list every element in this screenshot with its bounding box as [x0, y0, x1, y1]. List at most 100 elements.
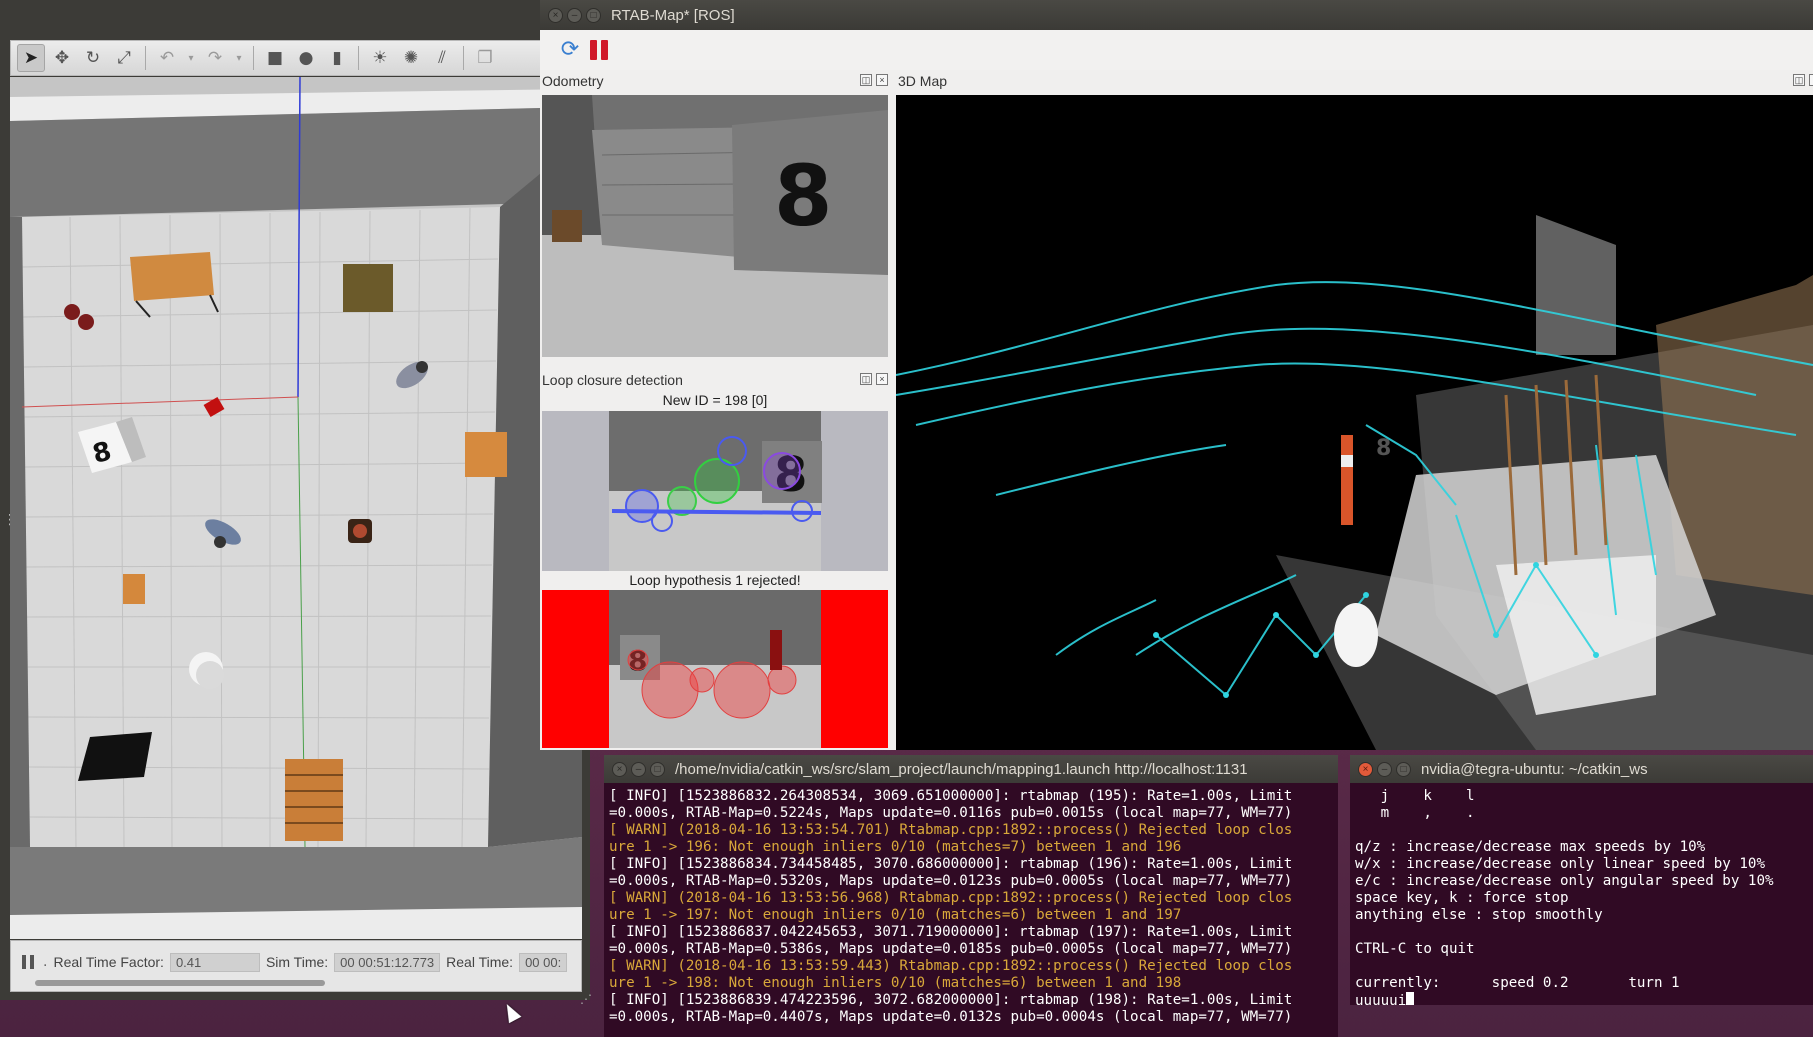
new-image-view: 8: [542, 411, 888, 571]
close-icon[interactable]: ×: [612, 761, 627, 777]
close-icon[interactable]: ×: [876, 74, 888, 86]
redo-dropdown-icon[interactable]: ▾: [232, 44, 246, 72]
terminal-titlebar[interactable]: × – □ /home/nvidia/catkin_ws/src/slam_pr…: [604, 755, 1338, 783]
cylinder-icon[interactable]: ▮: [323, 44, 351, 72]
terminal-title: /home/nvidia/catkin_ws/src/slam_project/…: [675, 760, 1248, 778]
undo-icon[interactable]: ↶: [153, 44, 181, 72]
map3d-title: 3D Map: [898, 73, 948, 89]
log-line: ure 1 -> 197: Not enough inliers 0/10 (m…: [609, 907, 1182, 923]
teleop-line: e/c : increase/decrease only angular spe…: [1355, 873, 1774, 889]
minimize-icon[interactable]: –: [1377, 761, 1392, 777]
teleop-line: space key, k : force stop: [1355, 890, 1569, 906]
log-line: =0.000s, RTAB-Map=0.5320s, Maps update=0…: [609, 873, 1293, 889]
toolbar-separator: [463, 46, 464, 70]
teleop-input[interactable]: uuuuui: [1355, 993, 1406, 1005]
translate-icon[interactable]: ✥: [48, 44, 76, 72]
step-dot[interactable]: .: [43, 953, 47, 971]
sim-time-value: 00 00:51:12.773: [334, 952, 441, 972]
close-icon[interactable]: ×: [1809, 74, 1813, 86]
teleop-line: anything else : stop smoothly: [1355, 907, 1603, 923]
log-line: [ WARN] (2018-04-16 13:53:56.968) Rtabma…: [609, 890, 1293, 906]
close-icon[interactable]: ×: [1358, 761, 1373, 777]
terminal-titlebar[interactable]: × – □ nvidia@tegra-ubuntu: ~/catkin_ws: [1350, 755, 1813, 783]
log-line: [ INFO] [1523886832.264308534, 3069.6510…: [609, 788, 1293, 804]
map3d-view[interactable]: 8: [896, 95, 1813, 750]
float-icon[interactable]: ◫: [860, 373, 872, 385]
horizontal-scrollbar[interactable]: [35, 980, 325, 986]
gazebo-toolbar: ➤ ✥ ↻ ⤢ ↶ ▾ ↷ ▾ ■ ● ▮ ☀ ✺ ⫽ ❐: [10, 40, 582, 76]
teleop-line: [1355, 924, 1809, 941]
window-title: RTAB-Map* [ROS]: [611, 6, 735, 24]
toolbar-separator: [253, 46, 254, 70]
pause-icon[interactable]: [19, 952, 37, 972]
odometry-sign-digit: 8: [774, 147, 832, 245]
maximize-icon[interactable]: □: [586, 7, 601, 23]
odometry-title: Odometry: [542, 73, 604, 89]
toolbar-separator: [358, 46, 359, 70]
rtabmap-window: × – □ RTAB-Map* [ROS] ⟳ Odometry ◫ × 8 Lo…: [540, 0, 1813, 750]
gazebo-scene-render: 8: [10, 77, 582, 939]
log-line: [ INFO] [1523886837.042245653, 3071.7190…: [609, 924, 1293, 940]
close-icon[interactable]: ×: [548, 7, 563, 23]
rtf-value: 0.41: [169, 952, 260, 972]
rtabmap-titlebar[interactable]: × – □ RTAB-Map* [ROS]: [540, 0, 1813, 30]
scale-icon[interactable]: ⤢: [110, 44, 138, 72]
sim-time-label: Sim Time:: [265, 954, 329, 970]
teleop-line: j k l: [1355, 788, 1475, 804]
pause-icon[interactable]: [590, 40, 608, 60]
loop-closure-dock-header: Loop closure detection ◫ ×: [542, 369, 892, 391]
teleop-line: [1355, 958, 1809, 975]
log-line: [ INFO] [1523886839.474223596, 3072.6820…: [609, 992, 1293, 1008]
roslaunch-terminal[interactable]: × – □ /home/nvidia/catkin_ws/src/slam_pr…: [604, 755, 1338, 1037]
teleop-line: currently: speed 0.2 turn 1: [1355, 975, 1689, 991]
redo-icon[interactable]: ↷: [201, 44, 229, 72]
odometry-view: 8: [542, 95, 888, 357]
point-light-icon[interactable]: ✺: [397, 44, 425, 72]
real-time-value: 00 00:: [519, 952, 568, 972]
log-line: ure 1 -> 196: Not enough inliers 0/10 (m…: [609, 839, 1182, 855]
minimize-icon[interactable]: –: [631, 761, 646, 777]
float-icon[interactable]: ◫: [860, 74, 872, 86]
log-line: [ WARN] (2018-04-16 13:53:59.443) Rtabma…: [609, 958, 1293, 974]
rotate-icon[interactable]: ↻: [79, 44, 107, 72]
box-icon[interactable]: ■: [261, 44, 289, 72]
loop-closure-title: Loop closure detection: [542, 372, 683, 388]
resize-grip-icon[interactable]: ⋰: [580, 992, 592, 1006]
teleop-line: q/z : increase/decrease max speeds by 10…: [1355, 839, 1706, 855]
log-line: ure 1 -> 198: Not enough inliers 0/10 (m…: [609, 975, 1182, 991]
terminal-title: nvidia@tegra-ubuntu: ~/catkin_ws: [1421, 760, 1648, 778]
odometry-dock-header: Odometry ◫ ×: [542, 70, 892, 92]
log-line: [ INFO] [1523886834.734458485, 3070.6860…: [609, 856, 1293, 872]
select-icon[interactable]: ➤: [17, 44, 45, 72]
maximize-icon[interactable]: □: [650, 761, 665, 777]
gazebo-3d-view[interactable]: 8: [10, 77, 582, 939]
toolbar-separator: [145, 46, 146, 70]
real-time-label: Real Time:: [446, 954, 514, 970]
close-icon[interactable]: ×: [876, 373, 888, 385]
new-id-caption: New ID = 198 [0]: [662, 392, 768, 408]
log-line: =0.000s, RTAB-Map=0.4407s, Maps update=0…: [609, 1009, 1293, 1025]
maximize-icon[interactable]: □: [1396, 761, 1411, 777]
log-line: =0.000s, RTAB-Map=0.5386s, Maps update=0…: [609, 941, 1293, 957]
undo-dropdown-icon[interactable]: ▾: [184, 44, 198, 72]
teleop-line: w/x : increase/decrease only linear spee…: [1355, 856, 1765, 872]
teleop-line: CTRL-C to quit: [1355, 941, 1475, 957]
gazebo-window: ⋮ ➤ ✥ ↻ ⤢ ↶ ▾ ↷ ▾ ■ ● ▮ ☀ ✺ ⫽ ❐: [0, 0, 592, 1006]
rtf-label: Real Time Factor:: [53, 954, 164, 970]
directional-light-icon[interactable]: ⫽: [428, 44, 456, 72]
loop-status-caption: Loop hypothesis 1 rejected!: [629, 572, 801, 588]
sun-icon[interactable]: ☀: [366, 44, 394, 72]
terminal-output: j k l m , . q/z : increase/decrease max …: [1355, 788, 1809, 1005]
float-icon[interactable]: ◫: [1793, 74, 1805, 86]
sphere-icon[interactable]: ●: [292, 44, 320, 72]
minimize-icon[interactable]: –: [567, 7, 582, 23]
text-cursor: [1406, 992, 1415, 1005]
log-line: =0.000s, RTAB-Map=0.5224s, Maps update=0…: [609, 805, 1293, 821]
terminal-output: [ INFO] [1523886832.264308534, 3069.6510…: [609, 788, 1334, 1037]
teleop-line: m , .: [1355, 805, 1475, 821]
refresh-icon[interactable]: ⟳: [558, 38, 582, 62]
rtabmap-toolbar: ⟳: [540, 30, 1813, 70]
teleop-line: [1355, 822, 1809, 839]
teleop-terminal[interactable]: × – □ nvidia@tegra-ubuntu: ~/catkin_ws j…: [1350, 755, 1813, 1005]
copy-icon[interactable]: ❐: [471, 44, 499, 72]
